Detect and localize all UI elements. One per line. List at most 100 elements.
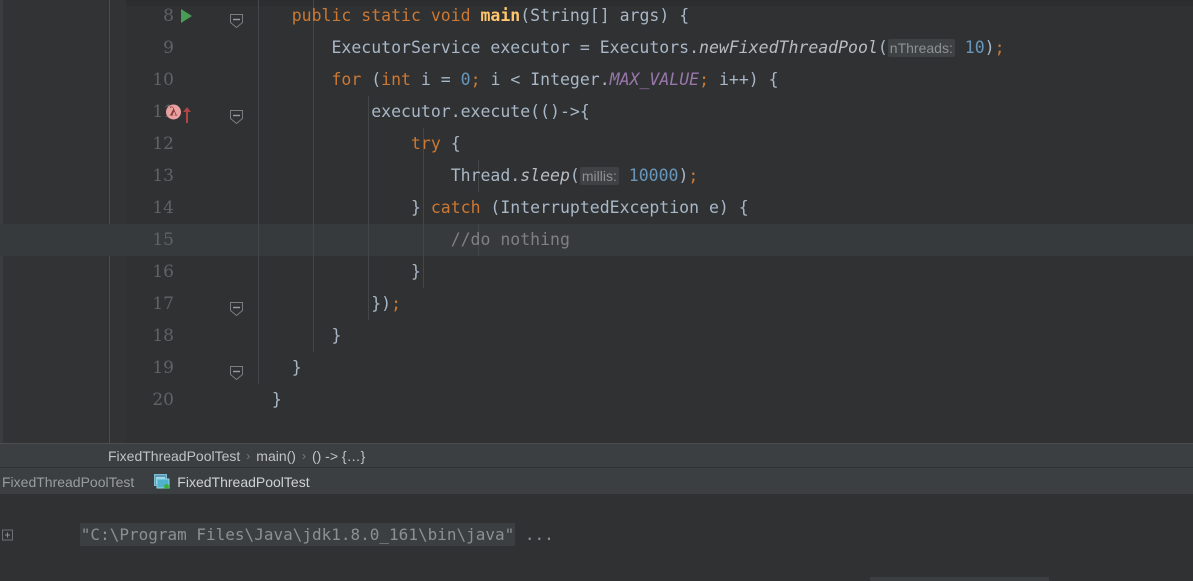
line-number: 17 [152, 294, 174, 314]
code-token: ; [688, 166, 699, 185]
run-console[interactable]: "C:\Program Files\Java\jdk1.8.0_161\bin\… [0, 494, 1193, 581]
code-token: } [291, 358, 302, 377]
code-token: executor. [371, 102, 461, 121]
fold-collapse-icon[interactable] [229, 360, 244, 381]
console-stack-line: at io.ymq.elasticsearch.service.FixedThr… [0, 548, 1193, 581]
code-token: millis: [579, 167, 619, 185]
code-token: execute [460, 102, 531, 121]
code-token: } [410, 262, 421, 281]
code-token: (()->{ [530, 102, 590, 121]
run-tab[interactable]: FixedThreadPoolTest [146, 471, 319, 493]
breadcrumb-item[interactable]: main() [256, 448, 296, 464]
indent-guide [423, 256, 424, 288]
code-token: ( [569, 166, 580, 185]
line-number: 16 [152, 262, 174, 282]
line-number: 8 [163, 6, 174, 26]
code-token: ( [371, 70, 382, 89]
breadcrumb[interactable]: FixedThreadPoolTest › main() › () -> {…} [0, 443, 1193, 467]
code-line[interactable]: 13 Thread.sleep(millis: 10000); [126, 160, 1193, 192]
code-token: catch [430, 198, 481, 217]
code-editor[interactable]: 8 public static void main(String[] args)… [0, 0, 1193, 443]
code-line[interactable]: 20 } [126, 384, 1193, 416]
code-lines-container[interactable]: 8 public static void main(String[] args)… [0, 0, 1193, 443]
code-token: newFixedThreadPool [699, 38, 878, 57]
console-command-line: "C:\Program Files\Java\jdk1.8.0_161\bin\… [0, 494, 1193, 546]
code-token: 10000 [628, 166, 679, 185]
code-text[interactable]: } [252, 256, 421, 288]
code-token: nThreads: [887, 39, 955, 57]
code-token: ) [984, 38, 995, 57]
code-token: ; [391, 294, 402, 313]
code-token: ExecutorService executor = Executors. [331, 38, 700, 57]
code-line[interactable]: 10 for (int i = 0; i < Integer.MAX_VALUE… [126, 64, 1193, 96]
code-text[interactable]: executor.execute(()->{ [252, 96, 590, 128]
code-token: ) [678, 166, 689, 185]
line-number: 14 [152, 198, 174, 218]
code-text[interactable]: for (int i = 0; i < Integer.MAX_VALUE; i… [252, 64, 778, 96]
code-token: i = [410, 70, 461, 89]
code-text[interactable]: } [252, 352, 302, 384]
console-exception-line: Exception in thread "main" java.lang.Out… [0, 521, 1193, 581]
code-text[interactable]: } catch (InterruptedException e) { [252, 192, 749, 224]
breadcrumb-separator: › [301, 448, 306, 463]
line-number: 10 [152, 70, 174, 90]
line-number: 9 [163, 38, 174, 58]
code-token: try [410, 134, 441, 153]
breadcrumb-item[interactable]: () -> {…} [312, 448, 365, 464]
run-tab-label: FixedThreadPoolTest [177, 473, 310, 490]
code-text[interactable]: } [252, 384, 282, 416]
gutter-left-edge [0, 0, 3, 443]
code-token: } [271, 390, 282, 409]
code-token: Thread. [450, 166, 521, 185]
code-token: } [331, 326, 342, 345]
run-toolbar[interactable]: FixedThreadPoolTest FixedThreadPoolTest [0, 467, 1193, 495]
fold-collapse-icon[interactable] [229, 8, 244, 29]
code-token: ( [877, 38, 888, 57]
code-text[interactable]: //do nothing [252, 224, 570, 256]
run-triangle-icon[interactable] [181, 9, 192, 23]
editor-gutter[interactable] [0, 0, 126, 443]
lambda-icon[interactable]: λ [166, 104, 181, 120]
code-text[interactable]: Thread.sleep(millis: 10000); [252, 160, 698, 192]
code-line[interactable]: 11 λ executor.execute(()->{ [126, 96, 1193, 128]
code-line[interactable]: 17 }); [126, 288, 1193, 320]
breadcrumb-item[interactable]: FixedThreadPoolTest [108, 448, 240, 464]
up-arrow-icon[interactable] [182, 103, 192, 123]
line-number: 18 [152, 326, 174, 346]
code-line[interactable]: 8 public static void main(String[] args)… [126, 0, 1193, 32]
code-line[interactable]: 16 } [126, 256, 1193, 288]
fold-collapse-icon[interactable] [229, 104, 244, 125]
current-line-highlight [0, 224, 1193, 256]
expand-plus-icon[interactable] [2, 529, 13, 540]
line-number: 19 [152, 358, 174, 378]
code-token: int [381, 70, 411, 89]
code-line[interactable]: 19 } [126, 352, 1193, 384]
line-number: 20 [152, 390, 174, 410]
code-token: main [480, 6, 521, 25]
code-text[interactable]: } [252, 320, 341, 352]
code-line[interactable]: 14 } catch (InterruptedException e) { [126, 192, 1193, 224]
code-token: }) [371, 294, 392, 313]
code-line[interactable]: 12 try { [126, 128, 1193, 160]
code-text[interactable]: }); [252, 288, 401, 320]
code-text[interactable]: try { [252, 128, 461, 160]
code-token: (String[] args) { [520, 6, 690, 25]
code-text[interactable]: public static void main(String[] args) { [252, 0, 689, 32]
code-line[interactable]: 15 //do nothing [0, 224, 1193, 256]
code-line[interactable]: 9 ExecutorService executor = Executors.n… [126, 32, 1193, 64]
run-config-name[interactable]: FixedThreadPoolTest [0, 474, 146, 490]
code-token: ; [699, 70, 710, 89]
fold-collapse-icon[interactable] [229, 296, 244, 317]
code-token: MAX_VALUE [609, 70, 700, 89]
code-token: ; [470, 70, 481, 89]
code-text[interactable]: ExecutorService executor = Executors.new… [252, 32, 1005, 64]
code-line[interactable]: 18 } [126, 320, 1193, 352]
